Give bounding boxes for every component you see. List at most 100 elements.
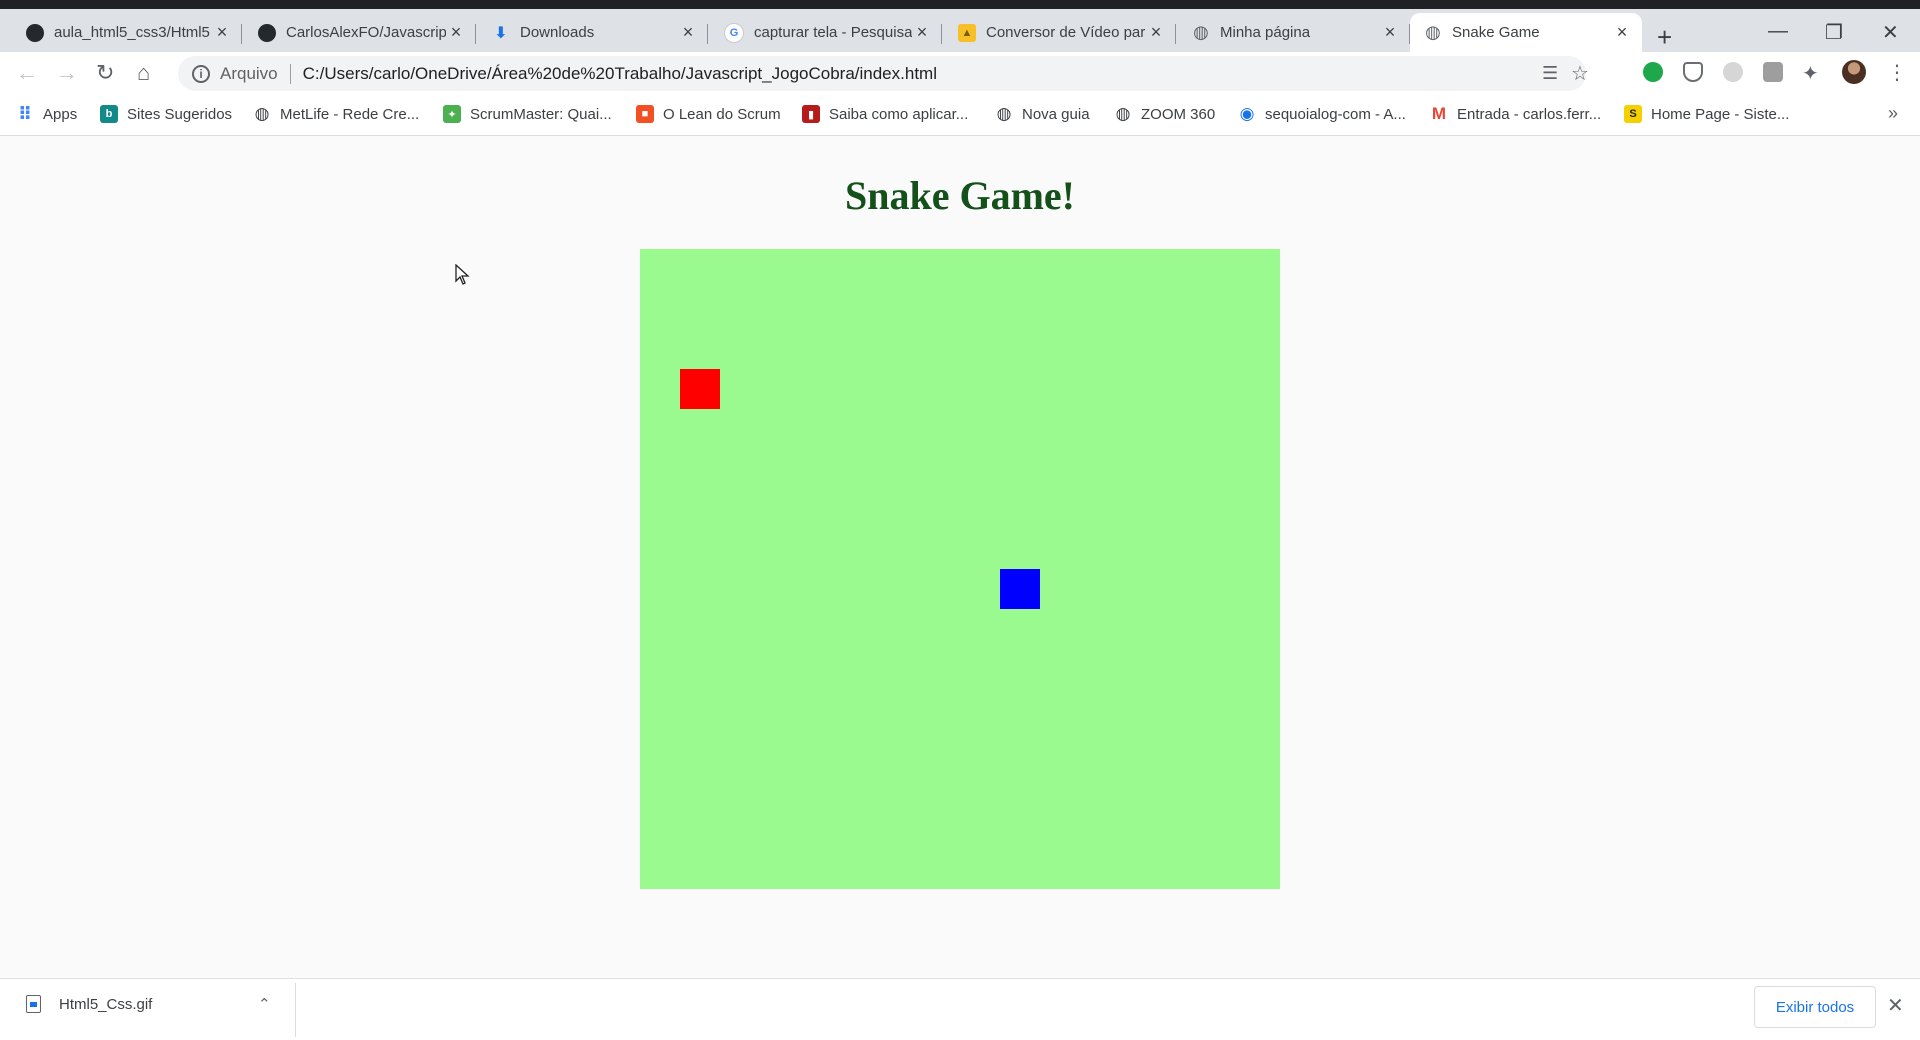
book-icon: ▮ bbox=[802, 105, 820, 123]
apps-shortcut[interactable]: ⠿ Apps bbox=[16, 103, 78, 124]
google-icon: G bbox=[724, 22, 744, 43]
shelf-divider bbox=[295, 983, 296, 1037]
microsoft-icon: ■ bbox=[636, 105, 654, 123]
bookmark-item[interactable]: ◍ Nova guia bbox=[995, 104, 1090, 123]
close-window-button[interactable]: ✕ bbox=[1882, 20, 1899, 45]
browser-tab[interactable]: ▲ Conversor de Vídeo para × bbox=[944, 13, 1176, 52]
browser-toolbar: ← → ↻ ⌂ i Arquivo C:/Users/carlo/OneDriv… bbox=[0, 52, 1920, 95]
tab-separator bbox=[707, 24, 708, 44]
bookmark-item[interactable]: ◍ ZOOM 360 bbox=[1114, 104, 1216, 123]
tab-title: aula_html5_css3/Html5 bbox=[54, 24, 210, 41]
bookmark-label: Nova guia bbox=[1022, 105, 1090, 123]
home-button[interactable]: ⌂ bbox=[137, 60, 150, 86]
bookmark-item[interactable]: ◍ MetLife - Rede Cre... bbox=[253, 104, 420, 123]
bookmark-label: Entrada - carlos.ferr... bbox=[1457, 105, 1602, 123]
cube-extension-icon[interactable] bbox=[1763, 62, 1783, 82]
translate-icon[interactable]: ☰ bbox=[1542, 63, 1558, 84]
extension-green-icon[interactable] bbox=[1643, 62, 1663, 82]
bookmark-label: Apps bbox=[43, 105, 78, 123]
snake-head bbox=[1000, 569, 1040, 609]
back-button[interactable]: ← bbox=[16, 60, 38, 86]
shield-extension-icon[interactable] bbox=[1683, 62, 1703, 82]
globe-icon: ◍ bbox=[1425, 22, 1441, 42]
bookmark-label: sequoialog-com - A... bbox=[1265, 105, 1406, 123]
download-filename: Html5_Css.gif bbox=[59, 995, 153, 1013]
bookmark-item[interactable]: M Entrada - carlos.ferr... bbox=[1430, 104, 1602, 123]
bookmarks-overflow-button[interactable]: » bbox=[1888, 103, 1898, 124]
globe-icon: ◍ bbox=[1193, 22, 1209, 42]
bookmark-label: ScrumMaster: Quai... bbox=[470, 105, 612, 123]
tab-close-icon[interactable]: × bbox=[1612, 22, 1632, 43]
minimize-button[interactable]: — bbox=[1768, 20, 1788, 43]
address-url[interactable]: C:/Users/carlo/OneDrive/Área%20de%20Trab… bbox=[303, 64, 937, 84]
tab-separator bbox=[475, 24, 476, 44]
game-board[interactable] bbox=[640, 249, 1280, 889]
tab-separator bbox=[941, 24, 942, 44]
download-item[interactable]: Html5_Css.gif bbox=[26, 995, 152, 1013]
browser-tab[interactable]: ⬇ Downloads × bbox=[478, 13, 708, 52]
forward-button[interactable]: → bbox=[56, 60, 78, 86]
tab-close-icon[interactable]: × bbox=[678, 22, 698, 43]
profile-avatar[interactable] bbox=[1842, 60, 1866, 84]
tab-title: Minha página bbox=[1220, 24, 1311, 41]
new-tab-button[interactable]: + bbox=[1657, 23, 1672, 51]
mouse-cursor-icon bbox=[455, 264, 470, 285]
page-title: Snake Game! bbox=[845, 173, 1075, 218]
globe-icon: ◍ bbox=[996, 104, 1012, 123]
bookmark-item[interactable]: ■ O Lean do Scrum bbox=[636, 105, 781, 123]
scrum-icon: ✦ bbox=[443, 105, 461, 123]
bookmark-label: Home Page - Siste... bbox=[1651, 105, 1790, 123]
bookmark-label: MetLife - Rede Cre... bbox=[280, 105, 420, 123]
github-icon: ● bbox=[258, 23, 276, 42]
tab-separator bbox=[1175, 24, 1176, 44]
close-shelf-icon[interactable]: ✕ bbox=[1887, 993, 1904, 1018]
globe-icon: ◍ bbox=[1115, 104, 1131, 123]
bookmark-item[interactable]: b Sites Sugeridos bbox=[100, 105, 232, 123]
browser-tab[interactable]: ● aula_html5_css3/Html5 × bbox=[12, 13, 242, 52]
download-shelf: Html5_Css.gif ⌃ Exibir todos ✕ bbox=[0, 978, 1920, 1040]
show-all-downloads-button[interactable]: Exibir todos bbox=[1754, 986, 1876, 1028]
info-icon[interactable]: i bbox=[192, 64, 210, 83]
reload-button[interactable]: ↻ bbox=[96, 60, 114, 86]
extension-grey-icon[interactable] bbox=[1723, 62, 1743, 82]
page-content: Snake Game! bbox=[0, 136, 1920, 978]
tab-close-icon[interactable]: × bbox=[212, 22, 232, 43]
tab-close-icon[interactable]: × bbox=[1146, 22, 1166, 43]
bookmark-item[interactable]: S Home Page - Siste... bbox=[1624, 105, 1789, 123]
tab-title: CarlosAlexFO/Javascript bbox=[286, 24, 446, 41]
globe-icon: ◍ bbox=[254, 104, 270, 123]
tab-title: Conversor de Vídeo para bbox=[986, 24, 1146, 41]
bookmark-label: Saiba como aplicar... bbox=[829, 105, 969, 123]
restore-button[interactable]: ❐ bbox=[1825, 20, 1843, 45]
window-top-edge bbox=[0, 0, 1920, 9]
address-bar[interactable]: i Arquivo C:/Users/carlo/OneDrive/Área%2… bbox=[178, 56, 1589, 91]
tab-close-icon[interactable]: × bbox=[1380, 22, 1400, 43]
gmail-icon: M bbox=[1431, 104, 1447, 123]
bookmark-label: O Lean do Scrum bbox=[663, 105, 781, 123]
download-options-chevron-icon[interactable]: ⌃ bbox=[258, 995, 271, 1013]
tab-separator bbox=[241, 24, 242, 44]
browser-tab[interactable]: Gcapturar tela - Pesquisa × bbox=[710, 13, 942, 52]
s-icon: S bbox=[1624, 105, 1642, 123]
food-block bbox=[680, 369, 720, 409]
file-icon bbox=[26, 995, 41, 1013]
tab-close-icon[interactable]: × bbox=[912, 22, 932, 43]
browser-tab[interactable]: ● CarlosAlexFO/Javascript × bbox=[244, 13, 476, 52]
address-divider bbox=[289, 63, 291, 84]
bookmark-star-icon[interactable]: ☆ bbox=[1571, 61, 1589, 86]
download-icon: ⬇ bbox=[494, 24, 508, 42]
extensions-puzzle-icon[interactable]: ✦ bbox=[1802, 61, 1819, 86]
chrome-menu-icon[interactable]: ⋮ bbox=[1887, 60, 1907, 85]
browser-tab[interactable]: ◍ Minha página × bbox=[1178, 13, 1410, 52]
circle-icon: ◉ bbox=[1239, 104, 1255, 123]
tab-title: Snake Game bbox=[1452, 24, 1540, 41]
apps-icon: ⠿ bbox=[17, 103, 33, 124]
bookmark-item[interactable]: ▮ Saiba como aplicar... bbox=[802, 105, 968, 123]
address-scheme-label: Arquivo bbox=[220, 63, 278, 83]
tab-title: capturar tela - Pesquisa bbox=[754, 24, 912, 41]
bing-icon: b bbox=[100, 105, 118, 123]
bookmark-item[interactable]: ◉ sequoialog-com - A... bbox=[1238, 104, 1406, 123]
browser-tab[interactable]: ◍ Snake Game × bbox=[1410, 13, 1642, 52]
tab-close-icon[interactable]: × bbox=[446, 22, 466, 43]
bookmark-item[interactable]: ✦ ScrumMaster: Quai... bbox=[443, 105, 612, 123]
